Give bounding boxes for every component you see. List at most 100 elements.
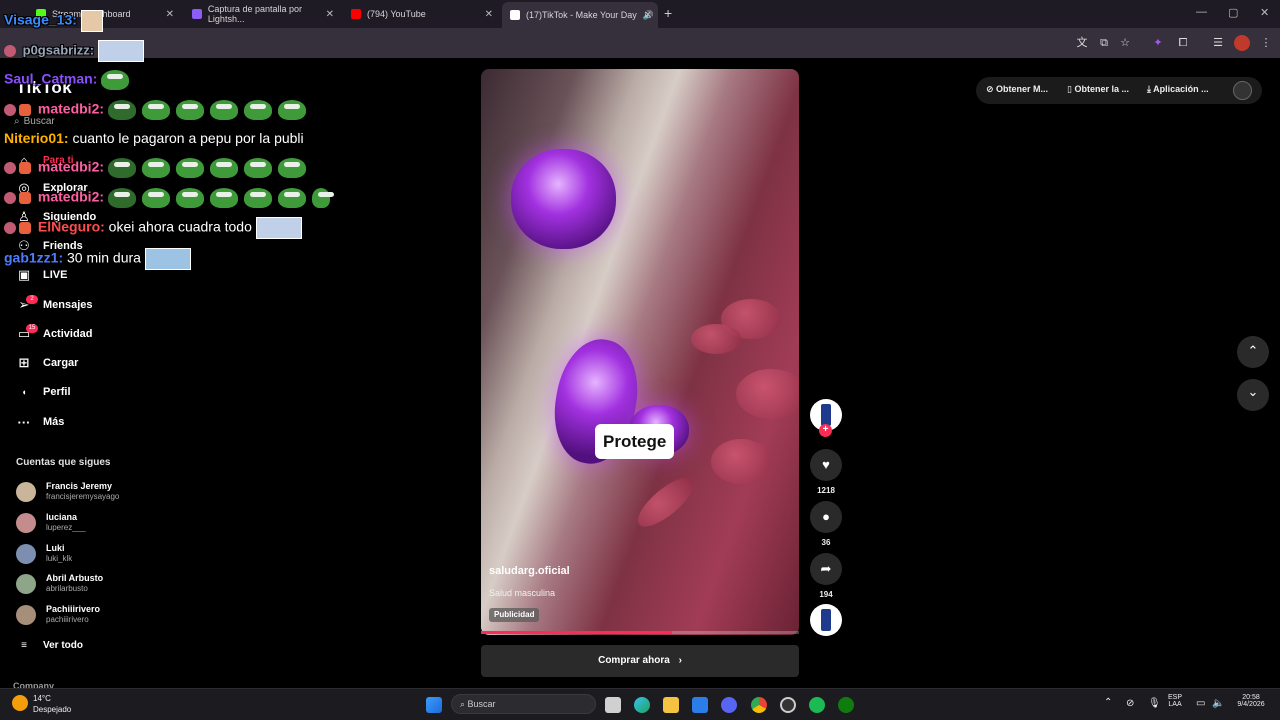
nav-mas[interactable]: ··· Más [16,412,65,432]
desktop-app-button[interactable]: ⤓ Aplicación ... [1147,84,1209,95]
blood-cell [736,369,799,419]
tiktok-icon [510,10,520,20]
bookmark-star-icon[interactable]: ☆ [1117,35,1133,51]
see-all-link[interactable]: ≡ Ver todo [16,635,83,655]
volume-icon[interactable]: 🔈 [1212,698,1224,709]
get-coins-button[interactable]: ⊘ Obtener M... [986,84,1048,95]
close-icon[interactable]: ✕ [644,10,652,21]
maximize-button[interactable]: ▢ [1228,6,1238,19]
weather-temperature: 14°C [33,694,51,703]
heart-icon: ♥ [822,457,830,472]
comment-button[interactable]: ● [810,501,842,533]
follow-plus-icon[interactable]: + [819,424,832,437]
video-overlay-text: Protege [595,424,675,459]
pepe-emote [141,100,170,120]
language-indicator[interactable]: ESP LAA [1168,694,1182,708]
close-icon[interactable]: ✕ [166,9,174,20]
moderator-badge-icon [19,104,31,116]
file-explorer-icon[interactable] [663,697,679,713]
avatar [16,543,36,564]
video-author[interactable]: saludarg.oficial [489,565,570,577]
tab-tiktok[interactable]: (17)TikTok - Make Your Day 🔊 ✕ [502,2,658,28]
discord-icon[interactable] [721,697,737,713]
video-progress-bar[interactable] [481,631,799,634]
pepe-emote [311,188,334,208]
emote [80,10,103,32]
chat-message: gab1zz1: 30 min dura [4,248,191,270]
video-player[interactable] [481,69,799,635]
new-tab-button[interactable]: + [664,5,672,21]
chrome-icon[interactable] [751,697,767,713]
avatar [16,573,36,594]
capsule [511,149,616,249]
share-arrow-icon: ➦ [820,561,832,576]
chat-message: matedbi2: [4,100,312,120]
close-icon[interactable]: ✕ [485,9,493,20]
subscriber-badge-icon [4,45,16,57]
xbox-icon[interactable] [838,697,854,713]
weather-sun-icon[interactable] [12,695,28,711]
feather-icon [192,9,202,19]
pepe-emote [107,158,136,178]
install-app-icon[interactable]: ⧉ [1096,35,1112,51]
profile-avatar[interactable] [1234,35,1250,51]
clock[interactable]: 20:58 9/4/2026 [1232,694,1270,708]
following-item[interactable]: Luki luki_klk [16,543,72,564]
translate-icon[interactable]: 文 [1074,35,1090,51]
pepe-emote [277,188,306,208]
chevron-up-icon: ⌃ [1247,343,1259,358]
obs-icon[interactable] [780,697,796,713]
chat-message: Saul_Catman: [4,70,135,90]
tab-youtube[interactable]: (794) YouTube ✕ [343,4,499,24]
messages-badge: 2 [26,295,38,304]
buy-now-button[interactable]: Comprar ahora › [481,645,799,677]
more-icon: ··· [17,414,31,430]
close-window-button[interactable]: ✕ [1260,6,1269,19]
video-caption: Salud masculina [489,588,556,598]
share-button[interactable]: ➦ [810,553,842,585]
pepe-emote [141,188,170,208]
puzzle-icon[interactable]: ⧠ [1175,35,1191,51]
close-icon[interactable]: ✕ [326,9,334,20]
taskbar-search[interactable]: ⌕ Buscar [451,694,596,714]
menu-lines-icon[interactable]: ☰ [1210,35,1226,51]
following-item[interactable]: Abril Arbusto abrilarbusto [16,573,103,594]
pepe-emote [243,158,272,178]
kebab-menu-icon[interactable]: ⋮ [1258,35,1274,51]
extension-icon[interactable]: ✦ [1150,35,1166,51]
chat-message: ElNeguro: okei ahora cuadra todo [4,217,302,239]
pepe-emote [101,70,130,90]
following-item[interactable]: Pachiiirivero pachiiirivero [16,604,100,625]
user-avatar[interactable] [1233,81,1252,100]
wifi-icon[interactable]: ▭ [1196,698,1205,709]
minimize-button[interactable]: — [1196,6,1207,18]
store-icon[interactable] [692,697,708,713]
microphone-icon[interactable]: 🎙 [1148,698,1161,709]
previous-video-button[interactable]: ⌃ [1237,336,1269,368]
spotify-icon[interactable] [809,697,825,713]
edge-icon[interactable] [634,697,650,713]
nav-perfil[interactable]: ◖ Perfil [16,382,70,402]
chat-message: Niterio01: cuanto le pagaron a pepu por … [4,130,304,146]
windows-start-icon[interactable] [426,697,442,713]
ad-label: Publicidad [489,608,540,622]
get-app-button[interactable]: ▯ Obtener la ... [1067,84,1129,95]
like-button[interactable]: ♥ [810,449,842,481]
subscriber-badge-icon [4,192,16,204]
task-view-icon[interactable] [605,697,621,713]
moderator-badge-icon [19,192,31,204]
blood-cell [691,324,741,354]
pepe-emote [277,158,306,178]
nav-cargar[interactable]: ⊞ Cargar [16,353,79,373]
sound-disc-avatar[interactable] [810,604,842,636]
following-item[interactable]: Francis Jeremy francisjeremysayago [16,481,119,502]
list-icon: ≡ [21,639,27,651]
network-off-icon[interactable]: ⊘ [1126,698,1134,709]
profile-icon: ◖ [21,387,27,397]
chevron-up-icon[interactable]: ⌃ [1104,697,1112,708]
following-item[interactable]: luciana luperez___ [16,512,86,533]
chat-message: matedbi2: [4,188,336,208]
video-progress-fill [481,631,672,634]
next-video-button[interactable]: ⌄ [1237,379,1269,411]
tab-lightshot[interactable]: Captura de pantalla por Lightsh... ✕ [184,4,340,24]
